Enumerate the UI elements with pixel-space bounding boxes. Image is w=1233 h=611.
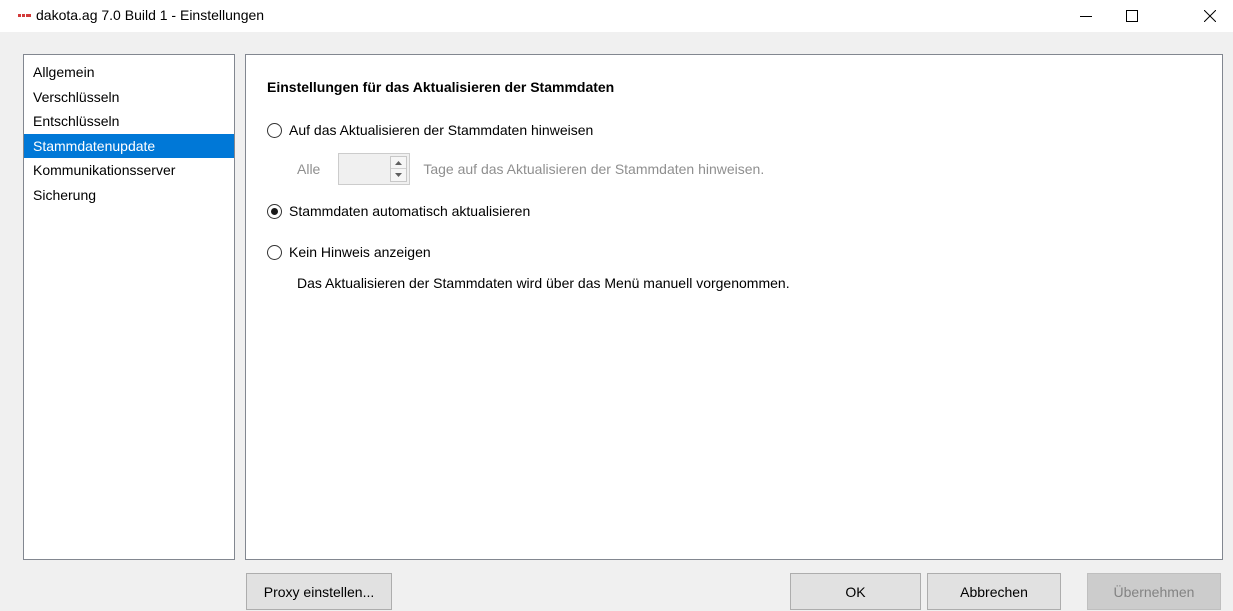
apply-button[interactable]: Übernehmen: [1087, 573, 1221, 610]
dakota-logo-icon: [18, 14, 31, 17]
nav-item-verschluesseln[interactable]: Verschlüsseln: [24, 85, 234, 110]
days-suffix-label: Tage auf das Aktualisieren der Stammdate…: [423, 161, 765, 177]
radio-notify-update[interactable]: [267, 122, 282, 138]
minimize-button[interactable]: [1063, 0, 1109, 32]
days-prefix-label: Alle: [297, 161, 321, 177]
settings-category-list[interactable]: Allgemein Verschlüsseln Entschlüsseln St…: [23, 54, 235, 560]
days-spinner[interactable]: [338, 153, 411, 185]
option-notify-update[interactable]: Auf das Aktualisieren der Stammdaten hin…: [267, 120, 593, 140]
arrow-up-icon: [395, 160, 403, 165]
proxy-settings-button[interactable]: Proxy einstellen...: [246, 573, 392, 610]
days-interval-row: Alle Tage auf das Aktualisieren der Stam…: [297, 153, 764, 185]
nav-item-stammdatenupdate[interactable]: Stammdatenupdate: [24, 133, 234, 158]
radio-auto-update[interactable]: [267, 203, 282, 219]
section-title: Einstellungen für das Aktualisieren der …: [267, 79, 615, 95]
close-button[interactable]: [1187, 0, 1233, 32]
arrow-down-icon: [395, 173, 403, 177]
nav-item-sicherung[interactable]: Sicherung: [24, 183, 234, 208]
title-bar[interactable]: dakota.ag 7.0 Build 1 - Einstellungen: [0, 0, 1233, 32]
radio-no-hint[interactable]: [267, 244, 282, 260]
ok-button[interactable]: OK: [790, 573, 921, 610]
option-no-hint[interactable]: Kein Hinweis anzeigen: [267, 242, 431, 262]
spinner-up-button[interactable]: [391, 157, 407, 169]
nav-item-allgemein[interactable]: Allgemein: [24, 60, 234, 85]
window-title: dakota.ag 7.0 Build 1 - Einstellungen: [36, 7, 265, 23]
maximize-icon: [1126, 10, 1138, 22]
maximize-button[interactable]: [1109, 0, 1155, 32]
minimize-icon: [1080, 16, 1092, 17]
no-hint-description: Das Aktualisieren der Stammdaten wird üb…: [297, 275, 790, 291]
cancel-button[interactable]: Abbrechen: [927, 573, 1061, 610]
close-icon: [1204, 10, 1216, 22]
settings-content-panel: Einstellungen für das Aktualisieren der …: [245, 54, 1223, 560]
nav-item-entschluesseln[interactable]: Entschlüsseln: [24, 109, 234, 134]
option-no-hint-label[interactable]: Kein Hinweis anzeigen: [289, 244, 431, 260]
spinner-down-button[interactable]: [391, 169, 406, 181]
option-notify-update-label[interactable]: Auf das Aktualisieren der Stammdaten hin…: [289, 122, 593, 138]
option-auto-update[interactable]: Stammdaten automatisch aktualisieren: [267, 201, 530, 221]
option-auto-update-label[interactable]: Stammdaten automatisch aktualisieren: [289, 203, 530, 219]
nav-item-kommunikationsserver[interactable]: Kommunikationsserver: [24, 158, 234, 183]
days-spinner-buttons[interactable]: [390, 156, 408, 182]
